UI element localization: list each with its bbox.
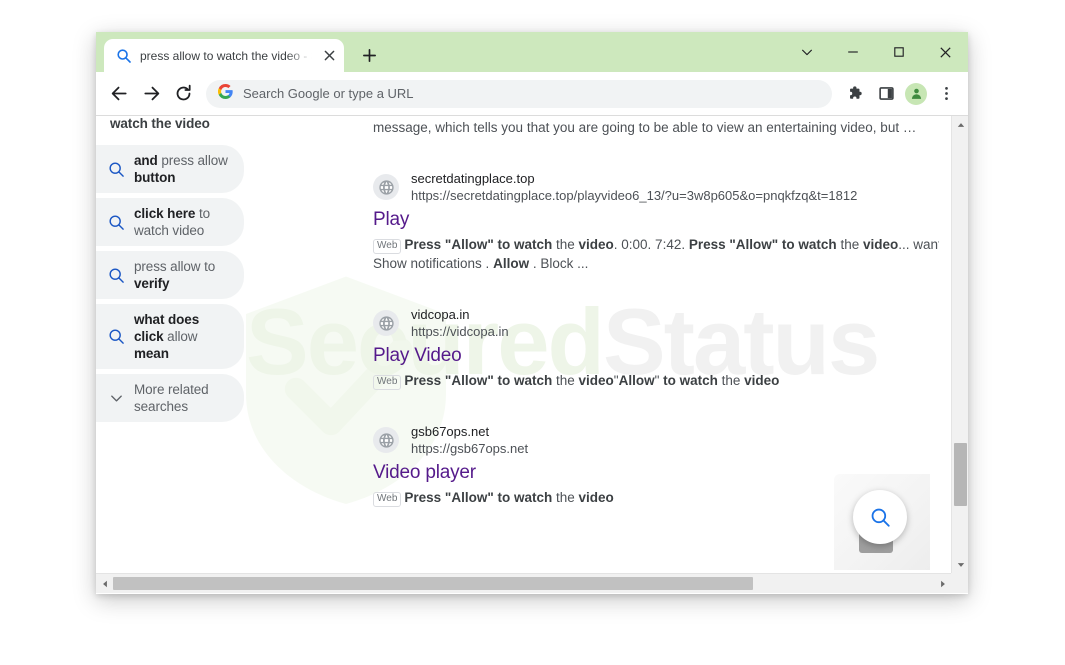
floating-search-button[interactable] <box>853 490 907 544</box>
search-result: secretdatingplace.top https://secretdatin… <box>373 170 939 273</box>
web-badge: Web <box>373 492 402 507</box>
horizontal-scrollbar-thumb[interactable] <box>113 577 753 590</box>
web-badge: Web <box>373 239 402 254</box>
rail-partial-item: watch the video <box>110 116 210 131</box>
snippet-tail: message, which tells you that you are go… <box>373 120 917 135</box>
result-title-link[interactable]: Play <box>373 207 939 232</box>
arrow-left-icon <box>111 86 127 101</box>
result-url: https://gsb67ops.net <box>411 441 529 456</box>
minimize-icon <box>848 51 858 53</box>
chevron-down-icon <box>802 49 812 56</box>
related-search-label: and press allow button <box>134 153 228 185</box>
reload-icon <box>176 84 191 101</box>
search-results-column: message, which tells you that you are go… <box>373 116 939 507</box>
result-description: Web Press "Allow" to watch the video. 0:0… <box>373 237 939 271</box>
browser-menu-button[interactable] <box>932 80 960 108</box>
plus-icon <box>362 48 376 62</box>
back-button[interactable] <box>104 79 134 109</box>
person-icon <box>911 88 921 99</box>
forward-button[interactable] <box>136 79 166 109</box>
related-search-item[interactable]: More related searches <box>96 374 244 422</box>
related-search-item[interactable]: what does click allow mean <box>96 304 244 369</box>
vertical-scrollbar-thumb[interactable] <box>954 443 967 506</box>
reload-button[interactable] <box>168 79 198 109</box>
result-source[interactable]: vidcopa.in https://vidcopa.in <box>373 306 939 340</box>
search-icon <box>116 48 132 64</box>
result-site-name: secretdatingplace.top <box>411 171 535 186</box>
chevron-down-icon <box>108 390 125 407</box>
result-source[interactable]: secretdatingplace.top https://secretdatin… <box>373 170 939 204</box>
avatar <box>905 82 927 105</box>
result-source[interactable]: gsb67ops.net https://gsb67ops.net <box>373 423 939 457</box>
search-icon <box>871 508 890 527</box>
related-search-label: More related searches <box>134 382 209 414</box>
side-panel-icon <box>878 87 894 100</box>
arrow-right-icon <box>143 86 159 101</box>
result-description: Web Press "Allow" to watch the video"Allo… <box>373 371 939 390</box>
scroll-left-icon[interactable] <box>96 574 113 593</box>
three-dot-menu-icon <box>944 87 948 100</box>
search-result: vidcopa.in https://vidcopa.in Play Video We… <box>373 306 939 390</box>
new-tab-button[interactable] <box>354 40 384 70</box>
scroll-up-icon[interactable] <box>952 116 968 133</box>
result-site-name: gsb67ops.net <box>411 424 490 439</box>
close-icon <box>939 46 951 58</box>
result-url: https://secretdatingplace.top/playvideo6… <box>411 188 858 203</box>
close-icon[interactable] <box>320 47 338 65</box>
browser-titlebar: press allow to watch the video - S <box>96 32 968 72</box>
maximize-icon <box>894 47 904 57</box>
related-search-item[interactable]: and press allow button <box>96 145 244 193</box>
scroll-down-icon[interactable] <box>952 556 968 573</box>
vertical-scrollbar[interactable] <box>951 116 968 573</box>
related-searches-rail: watch the video and press allow button cl… <box>96 116 244 422</box>
tab-title: press allow to watch the video - S <box>140 48 312 63</box>
globe-icon <box>373 174 399 200</box>
related-search-item[interactable]: press allow to verify <box>96 251 244 299</box>
close-window-button[interactable] <box>922 32 968 72</box>
omnibox-text: Search Google or type a URL <box>243 86 414 101</box>
profile-button[interactable] <box>902 80 930 108</box>
scroll-right-icon[interactable] <box>934 574 951 593</box>
puzzle-icon <box>849 86 862 99</box>
scrollbar-corner <box>951 573 968 593</box>
browser-toolbar: Search Google or type a URL <box>96 72 968 116</box>
related-search-item[interactable]: click here to watch video <box>96 198 244 246</box>
globe-icon <box>373 310 399 336</box>
extensions-button[interactable] <box>842 80 870 108</box>
horizontal-scrollbar[interactable] <box>96 573 968 593</box>
maximize-button[interactable] <box>876 32 922 72</box>
result-title-link[interactable]: Play Video <box>373 343 939 368</box>
omnibox[interactable]: Search Google or type a URL <box>206 79 832 108</box>
google-g-icon <box>217 83 233 104</box>
search-icon <box>108 267 125 284</box>
globe-icon <box>373 427 399 453</box>
search-icon <box>108 214 125 231</box>
browser-tab[interactable]: press allow to watch the video - S <box>104 39 344 72</box>
related-search-label: click here to watch video <box>134 206 211 238</box>
search-icon <box>108 161 125 178</box>
page-content: SecuredStatus watch the video and press … <box>96 116 939 573</box>
related-search-label: what does click allow mean <box>134 312 200 361</box>
window-controls <box>784 32 968 72</box>
result-url: https://vidcopa.in <box>411 324 509 339</box>
side-panel-button[interactable] <box>872 80 900 108</box>
web-badge: Web <box>373 375 402 390</box>
page-viewport: SecuredStatus watch the video and press … <box>96 116 968 593</box>
browser-window: press allow to watch the video - S Searc… <box>96 32 968 594</box>
result-site-name: vidcopa.in <box>411 307 470 322</box>
related-search-label: press allow to verify <box>134 259 216 291</box>
tab-search-button[interactable] <box>784 32 830 72</box>
minimize-button[interactable] <box>830 32 876 72</box>
search-icon <box>108 328 125 345</box>
